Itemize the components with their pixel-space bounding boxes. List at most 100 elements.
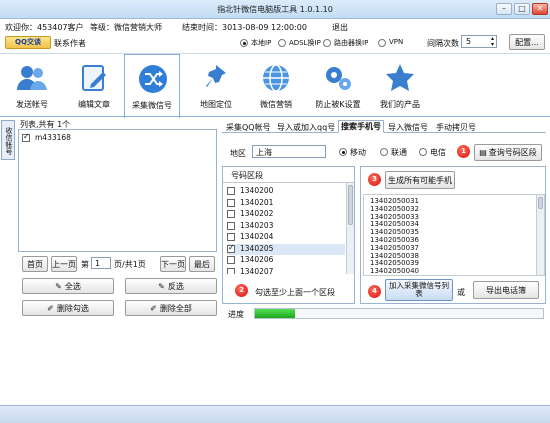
spinner-arrows-icon[interactable]: ▴ ▾ <box>491 36 494 48</box>
carrier-radio-mobile[interactable] <box>339 148 347 156</box>
prev-page-button[interactable]: 上一页 <box>51 256 77 272</box>
area-input[interactable]: 上海 <box>252 145 326 158</box>
item-checkbox[interactable] <box>22 132 30 142</box>
segment-checkbox[interactable] <box>227 256 235 264</box>
tool-send-account[interactable]: 发送帐号 <box>4 54 60 117</box>
segment-row[interactable]: 1340201 <box>227 198 345 209</box>
tool-label: 我们的产品 <box>380 100 420 109</box>
segment-checkbox[interactable] <box>227 187 235 195</box>
interval-label: 间隔次数 <box>427 39 459 48</box>
proxy-radio-router[interactable] <box>323 39 331 47</box>
page-input[interactable]: 1 <box>91 257 111 269</box>
side-tab-receive-accounts[interactable]: 收信帐号 <box>1 120 15 160</box>
tool-collect-wechat[interactable]: 采集微信号 <box>124 54 180 118</box>
interval-value: 5 <box>466 37 472 46</box>
tool-edit-article[interactable]: 编辑文章 <box>66 54 122 117</box>
tool-map-locate[interactable]: 地图定位 <box>188 54 244 117</box>
phone-number: 13402050037 <box>370 243 419 252</box>
tool-wechat-marketing[interactable]: 微信营销 <box>248 54 304 117</box>
query-segments-button[interactable]: ▤ 查询号码区段 <box>474 144 542 161</box>
minimize-button[interactable]: – <box>496 3 512 15</box>
step-badge-3: 3 <box>368 173 381 186</box>
phone-number: 13402050039 <box>370 259 419 268</box>
tab-manual-copy[interactable]: 手动拷贝号 <box>436 122 476 133</box>
step-badge-2: 2 <box>235 284 248 297</box>
or-label: 或 <box>457 288 465 297</box>
segment-checkbox[interactable] <box>227 198 235 207</box>
segment-panel: 号码区段 1340200 1340201 1340202 1340203 1340204… <box>222 166 355 304</box>
window-title: 指北针微信电脑版工具 1.0.1.10 <box>217 5 333 14</box>
page-value: 1 <box>95 259 101 268</box>
page-prefix: 第 <box>81 260 89 269</box>
globe-icon <box>263 64 289 92</box>
qq-chat-button[interactable]: QQ交谈 <box>5 36 51 49</box>
export-phonebook-button[interactable]: 导出电话簿 <box>473 281 539 299</box>
tab-collect-qq[interactable]: 采集QQ帐号 <box>226 122 271 133</box>
generate-numbers-button[interactable]: 生成所有可能手机 <box>385 171 455 189</box>
tab-search-phone[interactable]: 搜索手机号 <box>338 120 384 133</box>
segment-row[interactable]: 1340207 <box>227 266 345 275</box>
proxy-radio-vpn[interactable] <box>378 39 386 47</box>
logout-link[interactable]: 退出 <box>332 22 348 33</box>
segment-checkbox[interactable] <box>227 210 235 218</box>
segment-row[interactable]: 1340203 <box>227 221 345 232</box>
account-list[interactable]: m433168 <box>18 129 217 252</box>
segment-checkbox[interactable] <box>227 233 235 241</box>
tool-label: 微信营销 <box>260 100 292 109</box>
segment-scrollbar[interactable] <box>346 183 354 274</box>
proxy-label-local: 本地IP <box>251 39 272 47</box>
delete-all-button[interactable]: ✐ 删除全部 <box>125 300 217 316</box>
number-list[interactable]: 13402050031 13402050032 13402050033 1340205… <box>363 194 545 276</box>
segment-text: 1340203 <box>240 220 274 230</box>
next-page-button[interactable]: 下一页 <box>160 256 186 272</box>
collect-tabs: 采集QQ帐号 导入或加入qq号 搜索手机号 导入微信号 手动拷贝号 <box>222 119 546 133</box>
segment-row[interactable]: 1340204 <box>227 232 345 243</box>
page-suffix: 页/共1页 <box>114 260 146 269</box>
phone-number: 13402050032 <box>370 204 419 213</box>
segment-checkbox[interactable] <box>227 243 235 253</box>
segment-row[interactable]: 1340205 <box>227 243 345 255</box>
step-badge-4: 4 <box>368 285 381 298</box>
carrier-radio-unicom[interactable] <box>380 148 388 156</box>
segment-row[interactable]: 1340206 <box>227 255 345 266</box>
sub-bar: QQ交谈 联系作者 本地IP ADSL换IP 路由器换IP VPN 间隔次数 5… <box>0 34 550 52</box>
config-button[interactable]: 配置... <box>509 34 545 50</box>
welcome-text: 欢迎你：453407客户 <box>5 23 84 32</box>
proxy-label-adsl: ADSL换IP <box>289 39 321 47</box>
pin-icon <box>206 65 226 87</box>
area-value: 上海 <box>256 148 272 157</box>
carrier-radio-telecom[interactable] <box>419 148 427 156</box>
segment-row[interactable]: 1340202 <box>227 209 345 220</box>
users-icon <box>17 66 47 90</box>
tool-our-products[interactable]: 我们的产品 <box>372 54 428 117</box>
number-scrollbar[interactable] <box>536 195 544 275</box>
tab-import-wechat[interactable]: 导入微信号 <box>388 122 428 133</box>
shuffle-icon <box>139 65 167 93</box>
segment-checkbox[interactable] <box>227 267 235 274</box>
segment-list[interactable]: 1340200 1340201 1340202 1340203 1340204 13402… <box>223 182 354 274</box>
first-page-button[interactable]: 首页 <box>22 256 48 272</box>
maximize-button[interactable]: □ <box>514 3 530 15</box>
title-bar: 指北针微信电脑版工具 1.0.1.10 – □ ✕ <box>0 0 550 19</box>
gears-icon <box>326 67 351 90</box>
proxy-radio-adsl[interactable] <box>278 39 286 47</box>
add-to-collect-list-button[interactable]: 加入采集微信号列表 <box>385 279 453 301</box>
eraser-icon: ✐ <box>47 303 54 313</box>
phone-number: 13402050033 <box>370 212 419 221</box>
phone-number: 13402050036 <box>370 236 419 244</box>
close-button[interactable]: ✕ <box>532 3 548 15</box>
tool-anti-ban-settings[interactable]: 防止被K设置 <box>310 54 366 117</box>
proxy-radio-local[interactable] <box>240 39 248 47</box>
segment-checkbox[interactable] <box>227 221 235 230</box>
select-all-button[interactable]: ✎ 全选 <box>22 278 114 294</box>
tab-import-qq[interactable]: 导入或加入qq号 <box>277 122 335 133</box>
progress-label: 进度 <box>228 310 244 319</box>
last-page-button[interactable]: 最后 <box>189 256 215 272</box>
delete-checked-button[interactable]: ✐ 删除勾选 <box>22 300 114 316</box>
segment-text: 1340207 <box>240 266 274 275</box>
interval-spinner[interactable]: 5 ▴ ▾ <box>461 35 497 48</box>
contact-author-link[interactable]: 联系作者 <box>54 38 86 49</box>
area-label: 地区 <box>230 149 246 158</box>
invert-selection-button[interactable]: ✎ 反选 <box>125 278 217 294</box>
segment-row[interactable]: 1340200 <box>227 186 345 197</box>
